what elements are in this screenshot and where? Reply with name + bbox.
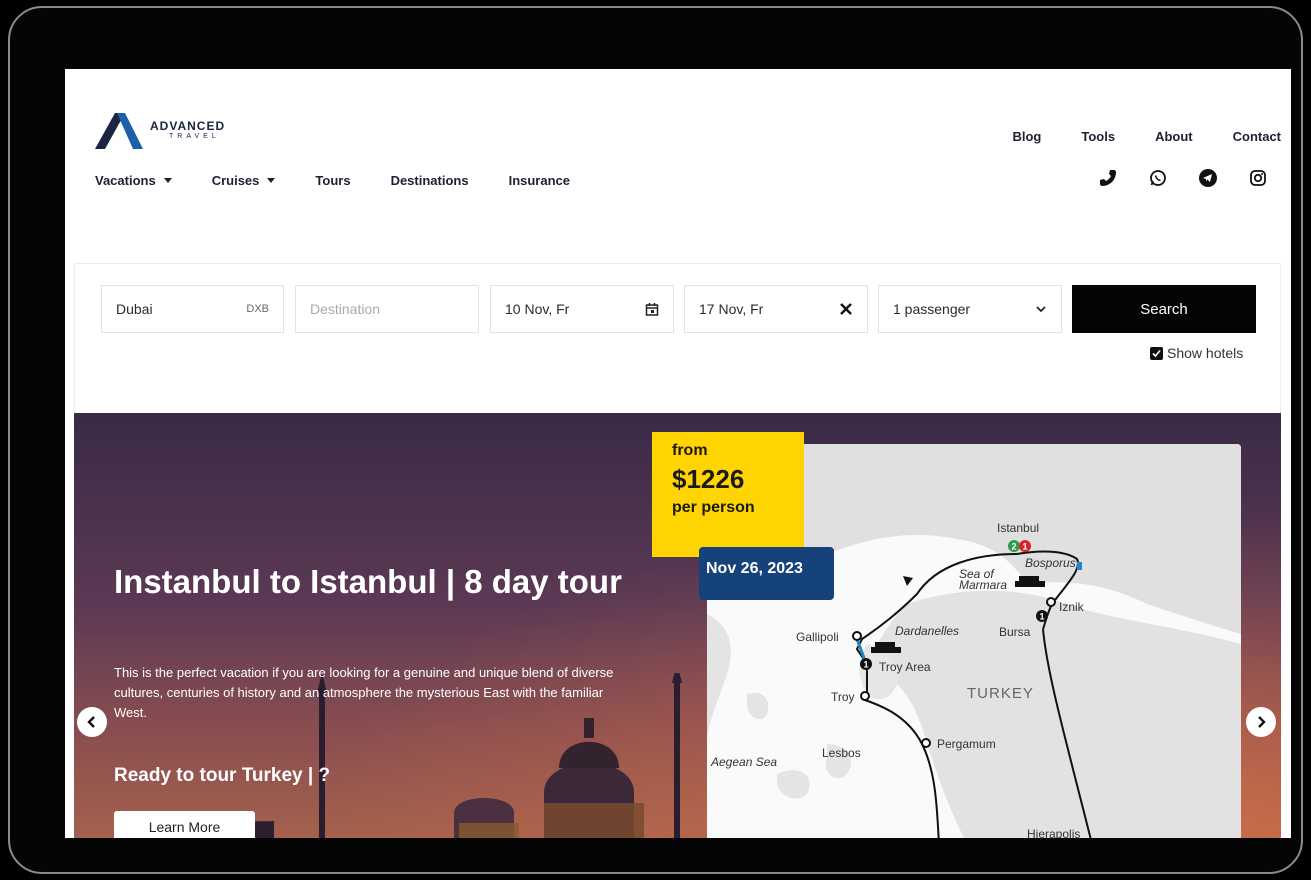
caret-down-icon xyxy=(163,178,172,183)
marker-number: 1 xyxy=(863,660,868,670)
hero-subtitle: Ready to tour Turkey | ? xyxy=(114,765,331,786)
passengers-select[interactable]: 1 passenger xyxy=(878,285,1062,333)
passengers-value: 1 passenger xyxy=(893,301,971,317)
tablet-frame: ADVANCED TRAVEL Blog Tools About Contact… xyxy=(8,6,1303,874)
carousel-next-button[interactable] xyxy=(1246,707,1276,737)
date-badge: Nov 26, 2023 xyxy=(699,547,834,600)
origin-code: DXB xyxy=(246,303,269,315)
logo-mark-icon xyxy=(95,113,143,149)
calendar-icon[interactable] xyxy=(645,302,659,316)
top-link-tools[interactable]: Tools xyxy=(1081,129,1115,144)
nav-item-destinations[interactable]: Destinations xyxy=(391,173,469,188)
map-label-sea-of-marmara: Sea of Marmara xyxy=(959,567,1008,592)
nav-item-cruises[interactable]: Cruises xyxy=(212,173,276,188)
depart-date-field[interactable]: 10 Nov, Fr xyxy=(490,285,674,333)
return-date-field[interactable]: 17 Nov, Fr xyxy=(684,285,868,333)
map-label-troy-area: Troy Area xyxy=(879,660,931,674)
nav-item-insurance[interactable]: Insurance xyxy=(509,173,570,188)
nav-label: Insurance xyxy=(508,173,570,188)
hero-description: This is the perfect vacation if you are … xyxy=(114,665,614,720)
checkbox-checked-icon xyxy=(1150,346,1163,360)
learn-more-button[interactable]: Learn More xyxy=(114,811,255,838)
price-amount: $1226 xyxy=(672,464,745,494)
map-label-gallipoli: Gallipoli xyxy=(796,630,839,644)
map-label-lesbos: Lesbos xyxy=(822,746,861,760)
chevron-down-icon xyxy=(1035,305,1047,313)
stop-marker-troy-icon: 1 xyxy=(860,658,872,670)
nav-label: Destinations xyxy=(390,173,469,188)
destination-field[interactable]: Destination xyxy=(295,285,479,333)
stop-marker-red-icon: 1 xyxy=(1019,540,1031,552)
nav-label: Vacations xyxy=(95,173,156,188)
map-label-dardanelles: Dardanelles xyxy=(895,624,960,638)
top-link-contact[interactable]: Contact xyxy=(1233,129,1281,144)
map-label-iznik: Iznik xyxy=(1059,600,1084,614)
top-link-about[interactable]: About xyxy=(1155,129,1193,144)
price-box: from $1226 per person xyxy=(652,432,804,557)
marker-number: 2 xyxy=(1011,542,1016,552)
nav-label: Cruises xyxy=(211,173,260,188)
nav-label: Tours xyxy=(315,173,351,188)
top-link-blog[interactable]: Blog xyxy=(1012,129,1041,144)
return-date: 17 Nov, Fr xyxy=(699,301,764,317)
marker-number: 1 xyxy=(1039,612,1044,622)
instagram-icon[interactable] xyxy=(1247,167,1269,189)
phone-icon[interactable] xyxy=(1097,167,1119,189)
nav-item-tours[interactable]: Tours xyxy=(315,173,350,188)
brand-logo[interactable]: ADVANCED TRAVEL xyxy=(95,111,245,151)
telegram-icon[interactable] xyxy=(1197,167,1219,189)
whatsapp-icon[interactable] xyxy=(1147,167,1169,189)
map-label-bursa: Bursa xyxy=(999,625,1031,639)
map-label-troy: Troy xyxy=(831,690,855,704)
search-button[interactable]: Search xyxy=(1072,285,1256,333)
top-links: Blog Tools About Contact xyxy=(1012,129,1281,144)
chevron-right-icon xyxy=(1258,716,1266,728)
nav-item-vacations[interactable]: Vacations xyxy=(95,173,172,188)
main-nav: Vacations Cruises Tours Destinations Ins… xyxy=(95,173,610,188)
map-label-aegean-sea: Aegean Sea xyxy=(711,755,778,769)
show-hotels-label: Show hotels xyxy=(1167,345,1244,361)
map-label-pergamum: Pergamum xyxy=(937,737,996,751)
destination-placeholder: Destination xyxy=(310,301,381,317)
map-label-bosporus: Bosporus xyxy=(1025,556,1076,570)
clear-date-icon[interactable] xyxy=(839,302,853,316)
carousel-prev-button[interactable] xyxy=(77,707,107,737)
marker-number: 1 xyxy=(1022,542,1027,552)
chevron-left-icon xyxy=(87,716,95,728)
price-per-person: per person xyxy=(672,499,755,516)
map-label-istanbul: Istanbul xyxy=(997,521,1040,535)
caret-down-icon xyxy=(267,178,276,183)
map-label-turkey: TURKEY xyxy=(967,685,1034,702)
browser-viewport: ADVANCED TRAVEL Blog Tools About Contact… xyxy=(65,69,1291,838)
show-hotels-checkbox[interactable]: Show hotels xyxy=(1150,345,1243,361)
map-label-hierapolis: Hierapolis xyxy=(1027,827,1081,838)
hero-title: Instanbul to Istanbul | 8 day tour xyxy=(114,563,622,600)
brand-tagline: TRAVEL xyxy=(169,133,220,140)
origin-value: Dubai xyxy=(116,301,153,317)
depart-date: 10 Nov, Fr xyxy=(505,301,570,317)
brand-name: ADVANCED xyxy=(150,119,226,133)
origin-field[interactable]: Dubai DXB xyxy=(101,285,284,333)
stop-marker-iznik-icon: 1 xyxy=(1036,610,1048,622)
price-from: from xyxy=(672,442,708,459)
hero-banner: Instanbul to Istanbul | 8 day tour This … xyxy=(74,413,1281,838)
social-icons xyxy=(1097,167,1269,189)
